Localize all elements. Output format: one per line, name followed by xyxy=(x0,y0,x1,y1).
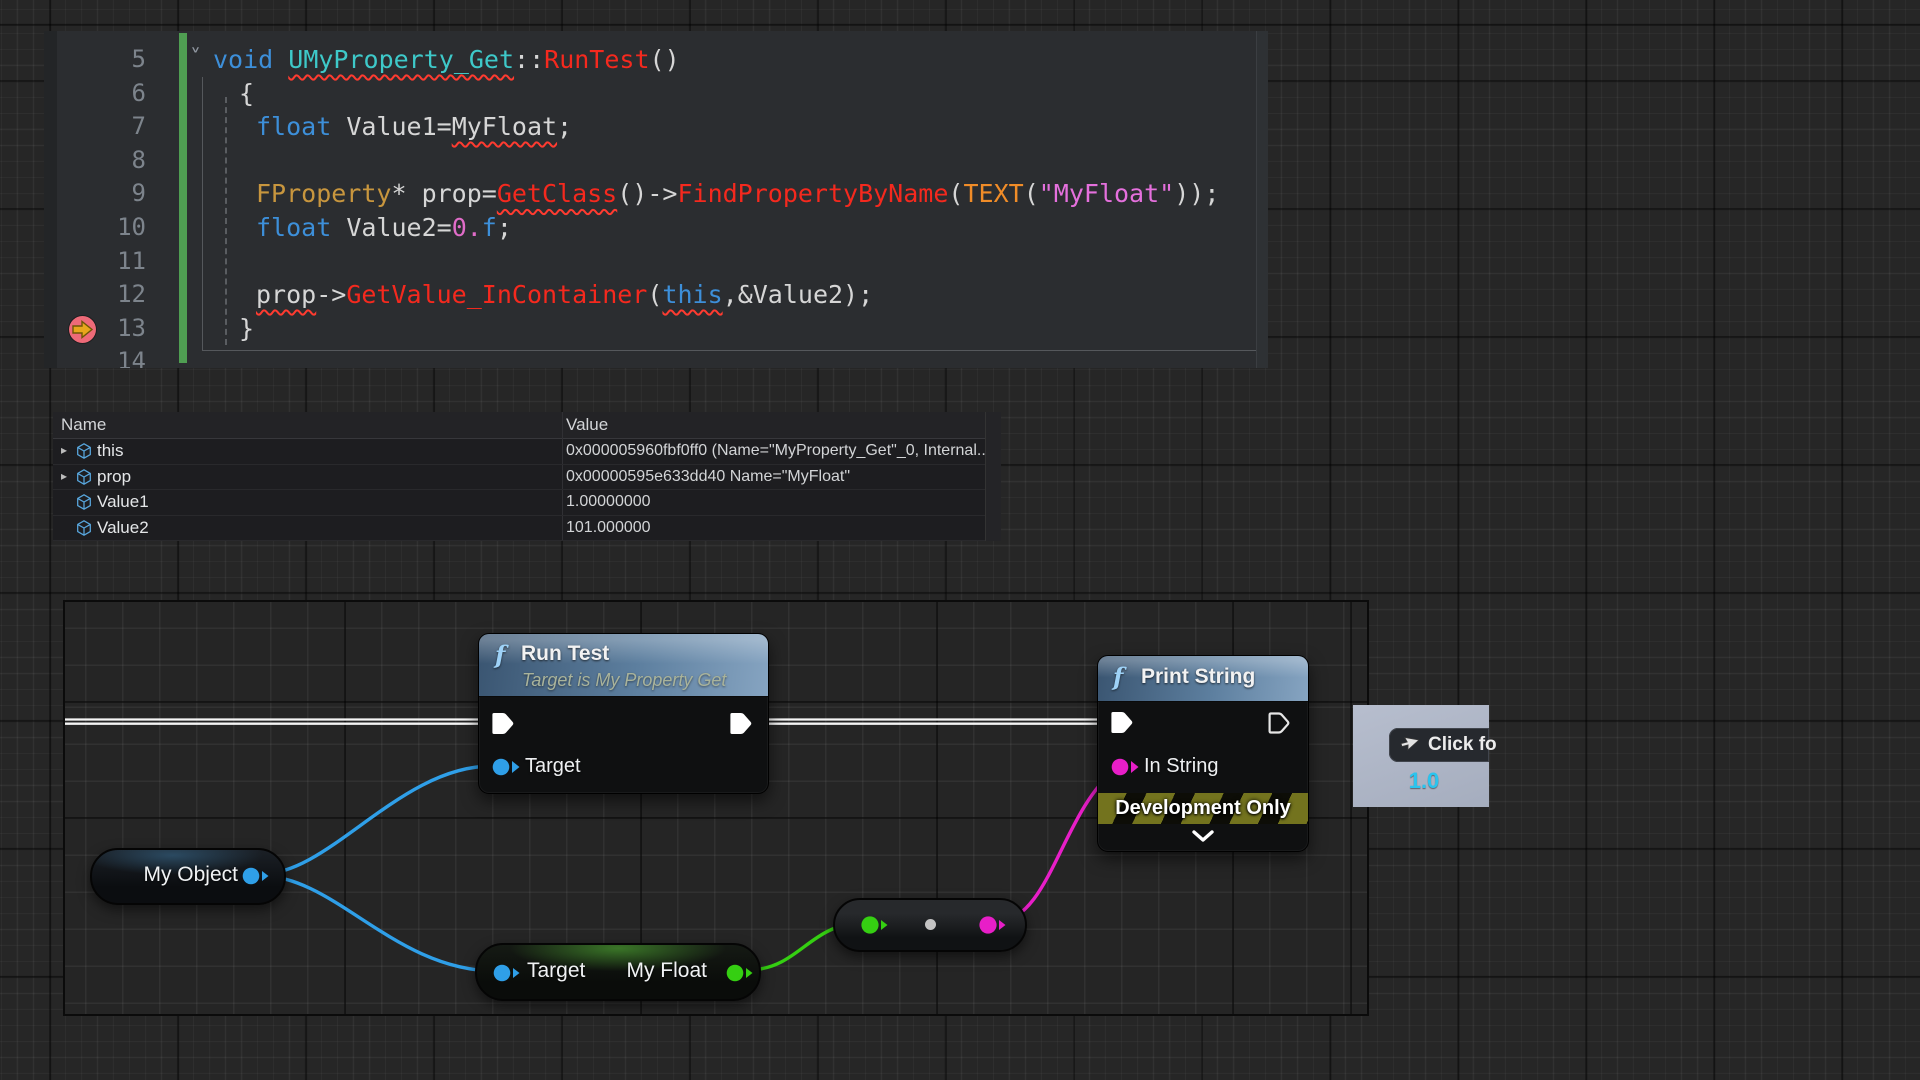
conversion-node-dot xyxy=(925,919,936,930)
code-line: void UMyProperty_Get::RunTest() xyxy=(213,43,680,77)
watch-row[interactable]: ▸ Value2 101.000000 xyxy=(53,515,985,542)
cursor-pointer-icon xyxy=(1399,735,1419,760)
target-input-pin[interactable] xyxy=(492,757,521,782)
cpp-variable-cube-icon xyxy=(75,519,93,537)
debug-value: 1.0 xyxy=(1392,765,1456,797)
watch-variable-name: this xyxy=(97,438,123,463)
in-string-input-pin[interactable] xyxy=(1111,757,1140,782)
print-string-node-header[interactable]: f Print String xyxy=(1098,656,1308,702)
watch-row[interactable]: ▸ this 0x000005960fbf0ff0 (Name="MyPrope… xyxy=(53,438,985,465)
expand-arrow-icon[interactable]: ▸ xyxy=(61,464,67,489)
my-object-output-pin[interactable] xyxy=(242,866,271,891)
run-test-node-header[interactable]: f Run Test Target is My Property Get xyxy=(479,634,768,697)
editor-scrollbar-strip[interactable] xyxy=(1256,31,1268,368)
node-subtitle: Target is My Property Get xyxy=(522,670,726,691)
watch-variable-name: Value1 xyxy=(97,489,149,514)
exec-input-pin[interactable] xyxy=(1111,709,1135,741)
function-icon: f xyxy=(495,640,505,669)
debug-output-bubble: Click fo 1.0 xyxy=(1353,705,1489,807)
code-line: float Value2=0.f; xyxy=(256,211,512,245)
my-float-label: My Float xyxy=(626,946,707,996)
node-title: Print String xyxy=(1141,665,1255,689)
get-my-float-node[interactable]: Target My Float xyxy=(475,943,761,1001)
function-icon: f xyxy=(1113,662,1123,691)
code-line: float Value1=MyFloat; xyxy=(256,110,572,144)
watch-scrollbar-strip[interactable] xyxy=(985,412,1001,541)
development-only-label: Development Only xyxy=(1115,797,1291,820)
in-string-pin-label: In String xyxy=(1144,755,1218,778)
print-string-node[interactable]: f Print String In String Development Onl… xyxy=(1097,655,1309,852)
code-line: } xyxy=(239,312,254,346)
target-pin-label: Target xyxy=(525,755,581,778)
watch-variable-name: Value2 xyxy=(97,515,149,540)
getter-target-label: Target xyxy=(527,946,585,996)
conversion-input-pin[interactable] xyxy=(861,915,890,940)
exec-output-pin-unconnected[interactable] xyxy=(1268,709,1292,741)
expand-node-chevron-icon[interactable] xyxy=(1191,830,1215,848)
exec-input-pin[interactable] xyxy=(492,710,516,742)
expand-arrow-icon[interactable]: ▸ xyxy=(61,438,67,463)
code-line: FProperty* prop=GetClass()->FindProperty… xyxy=(256,177,1219,211)
watch-row[interactable]: ▸ Value1 1.00000000 xyxy=(53,489,985,516)
exec-output-pin[interactable] xyxy=(730,710,754,742)
my-object-label: My Object xyxy=(143,850,238,900)
watch-window[interactable]: Name Value ▸ this 0x000005960fbf0ff0 (Na… xyxy=(53,412,1000,541)
cpp-variable-cube-icon xyxy=(75,442,93,460)
float-to-string-conversion-node[interactable] xyxy=(833,898,1027,952)
my-float-output-pin[interactable] xyxy=(726,963,755,988)
code-editor-panel[interactable]: 567891011121314 ˅ void UMyProperty_Get::… xyxy=(44,31,1268,368)
cpp-variable-cube-icon xyxy=(75,493,93,511)
click-for-output-label: Click fo xyxy=(1428,728,1497,762)
run-test-node[interactable]: f Run Test Target is My Property Get Tar… xyxy=(478,633,769,794)
code-line: { xyxy=(239,77,254,111)
getter-target-input-pin[interactable] xyxy=(493,963,522,988)
watch-variable-name: prop xyxy=(97,464,131,489)
node-title: Run Test xyxy=(521,642,609,666)
watch-variable-value: 101.000000 xyxy=(566,515,651,540)
cpp-variable-cube-icon xyxy=(75,468,93,486)
watch-row[interactable]: ▸ prop 0x00000595e633dd40 Name="MyFloat" xyxy=(53,464,985,491)
watch-variable-value: 0x000005960fbf0ff0 (Name="MyProperty_Get… xyxy=(566,438,986,463)
conversion-output-pin[interactable] xyxy=(979,915,1008,940)
screenshot-canvas: f Run Test Target is My Property Get Tar… xyxy=(0,0,1920,1080)
code-line: prop->GetValue_InContainer(this,&Value2)… xyxy=(256,278,873,312)
my-object-variable-node[interactable]: My Object xyxy=(90,848,286,905)
watch-rows: ▸ this 0x000005960fbf0ff0 (Name="MyPrope… xyxy=(53,412,985,541)
watch-variable-value: 1.00000000 xyxy=(566,489,651,514)
click-for-output-button[interactable]: Click fo xyxy=(1389,728,1489,762)
development-only-banner: Development Only xyxy=(1098,793,1308,824)
code-area[interactable]: void UMyProperty_Get::RunTest(){float Va… xyxy=(44,31,1268,368)
watch-variable-value: 0x00000595e633dd40 Name="MyFloat" xyxy=(566,464,850,489)
